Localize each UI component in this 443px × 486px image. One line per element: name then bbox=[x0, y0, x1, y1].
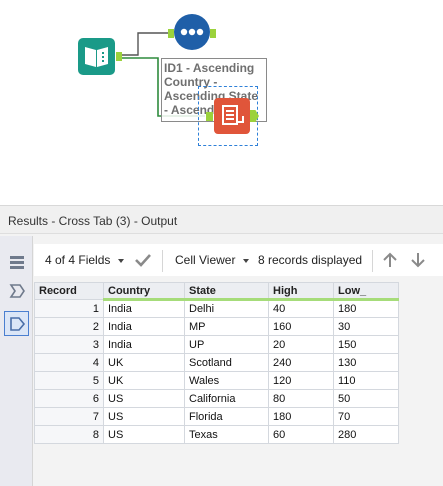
country-cell[interactable]: US bbox=[103, 389, 185, 408]
record-cell[interactable]: 2 bbox=[34, 317, 104, 336]
results-toolbar: 4 of 4 Fields Cell Viewer 8 records disp… bbox=[34, 244, 443, 276]
table-row[interactable]: 5 UK Wales 120 110 bbox=[34, 371, 399, 390]
records-count: 8 records displayed bbox=[258, 253, 363, 267]
low-cell[interactable]: 50 bbox=[333, 389, 399, 408]
fields-label: 4 of 4 Fields bbox=[45, 253, 111, 267]
table-row[interactable]: 6 US California 80 50 bbox=[34, 389, 399, 408]
record-cell[interactable]: 1 bbox=[34, 299, 104, 318]
low-cell[interactable]: 130 bbox=[333, 353, 399, 372]
column-header-high[interactable]: High bbox=[268, 282, 334, 301]
record-cell[interactable]: 5 bbox=[34, 371, 104, 390]
cross-tab-icon bbox=[222, 105, 244, 125]
toolbar-divider bbox=[372, 250, 373, 272]
country-cell[interactable]: US bbox=[103, 407, 185, 426]
state-cell[interactable]: UP bbox=[184, 335, 269, 354]
state-cell[interactable]: Wales bbox=[184, 371, 269, 390]
metadata-icon bbox=[9, 283, 25, 298]
country-cell[interactable]: India bbox=[103, 335, 185, 354]
arrow-down-icon bbox=[411, 253, 425, 268]
table-view-button[interactable] bbox=[4, 250, 29, 275]
chevron-down-icon bbox=[118, 258, 125, 263]
results-grid-area: Record Country State High Low_ 1 India D… bbox=[34, 276, 443, 486]
country-cell[interactable]: US bbox=[103, 425, 185, 444]
state-cell[interactable]: California bbox=[184, 389, 269, 408]
table-row[interactable]: 3 India UP 20 150 bbox=[34, 335, 399, 354]
cell-viewer-label: Cell Viewer bbox=[175, 253, 236, 267]
table-row[interactable]: 2 India MP 160 30 bbox=[34, 317, 399, 336]
high-cell[interactable]: 180 bbox=[268, 407, 334, 426]
toolbar-divider bbox=[162, 250, 163, 272]
column-header-record[interactable]: Record bbox=[34, 282, 104, 300]
cross-tab-tool[interactable] bbox=[214, 98, 250, 134]
record-cell[interactable]: 7 bbox=[34, 407, 104, 426]
low-cell[interactable]: 150 bbox=[333, 335, 399, 354]
scroll-up-button[interactable] bbox=[380, 250, 400, 273]
high-cell[interactable]: 20 bbox=[268, 335, 334, 354]
results-side-rail bbox=[0, 236, 33, 486]
country-cell[interactable]: India bbox=[103, 299, 185, 318]
low-cell[interactable]: 30 bbox=[333, 317, 399, 336]
low-cell[interactable]: 110 bbox=[333, 371, 399, 390]
results-title: Results - Cross Tab (3) - Output bbox=[8, 214, 178, 228]
cell-viewer-dropdown[interactable]: Cell Viewer bbox=[175, 253, 250, 267]
tag-icon bbox=[9, 316, 25, 331]
column-header-low[interactable]: Low_ bbox=[333, 282, 399, 301]
record-cell[interactable]: 3 bbox=[34, 335, 104, 354]
table-header-row: Record Country State High Low_ bbox=[34, 282, 399, 301]
table-row[interactable]: 4 UK Scotland 240 130 bbox=[34, 353, 399, 372]
column-header-state[interactable]: State bbox=[184, 282, 269, 301]
crosstab-input-anchor[interactable] bbox=[206, 112, 213, 121]
high-cell[interactable]: 80 bbox=[268, 389, 334, 408]
arrow-up-icon bbox=[383, 252, 397, 267]
low-cell[interactable]: 280 bbox=[333, 425, 399, 444]
state-cell[interactable]: Florida bbox=[184, 407, 269, 426]
record-cell[interactable]: 6 bbox=[34, 389, 104, 408]
tag-button[interactable] bbox=[4, 311, 29, 336]
table-row[interactable]: 7 US Florida 180 70 bbox=[34, 407, 399, 426]
country-cell[interactable]: India bbox=[103, 317, 185, 336]
results-table: Record Country State High Low_ 1 India D… bbox=[34, 282, 399, 444]
state-cell[interactable]: MP bbox=[184, 317, 269, 336]
scroll-down-button[interactable] bbox=[408, 250, 428, 273]
high-cell[interactable]: 60 bbox=[268, 425, 334, 444]
table-view-icon bbox=[9, 255, 24, 269]
input-output-anchor[interactable] bbox=[116, 52, 122, 61]
column-header-country[interactable]: Country bbox=[103, 282, 185, 301]
high-cell[interactable]: 240 bbox=[268, 353, 334, 372]
results-title-bar: Results - Cross Tab (3) - Output bbox=[0, 206, 443, 234]
country-cell[interactable]: UK bbox=[103, 353, 185, 372]
record-cell[interactable]: 8 bbox=[34, 425, 104, 444]
browse-icon bbox=[180, 28, 204, 36]
browse-output-anchor[interactable] bbox=[210, 29, 216, 38]
high-cell[interactable]: 120 bbox=[268, 371, 334, 390]
table-row[interactable]: 1 India Delhi 40 180 bbox=[34, 299, 399, 318]
checkmark-icon bbox=[135, 254, 151, 267]
high-cell[interactable]: 40 bbox=[268, 299, 334, 318]
state-cell[interactable]: Scotland bbox=[184, 353, 269, 372]
browse-tool[interactable] bbox=[174, 14, 210, 50]
fields-dropdown[interactable]: 4 of 4 Fields bbox=[45, 253, 125, 267]
country-cell[interactable]: UK bbox=[103, 371, 185, 390]
results-pane: Results - Cross Tab (3) - Output 4 of 4 … bbox=[0, 205, 443, 486]
workflow-canvas[interactable]: ID1 - Ascending Country - Ascending Stat… bbox=[0, 0, 443, 205]
metadata-button[interactable] bbox=[4, 278, 29, 303]
low-cell[interactable]: 70 bbox=[333, 407, 399, 426]
table-row[interactable]: 8 US Texas 60 280 bbox=[34, 425, 399, 444]
record-cell[interactable]: 4 bbox=[34, 353, 104, 372]
state-cell[interactable]: Texas bbox=[184, 425, 269, 444]
input-data-tool[interactable] bbox=[78, 38, 115, 75]
high-cell[interactable]: 160 bbox=[268, 317, 334, 336]
low-cell[interactable]: 180 bbox=[333, 299, 399, 318]
state-cell[interactable]: Delhi bbox=[184, 299, 269, 318]
chevron-down-icon bbox=[243, 258, 250, 263]
apply-button[interactable] bbox=[133, 250, 153, 273]
input-data-book-icon bbox=[85, 47, 108, 67]
